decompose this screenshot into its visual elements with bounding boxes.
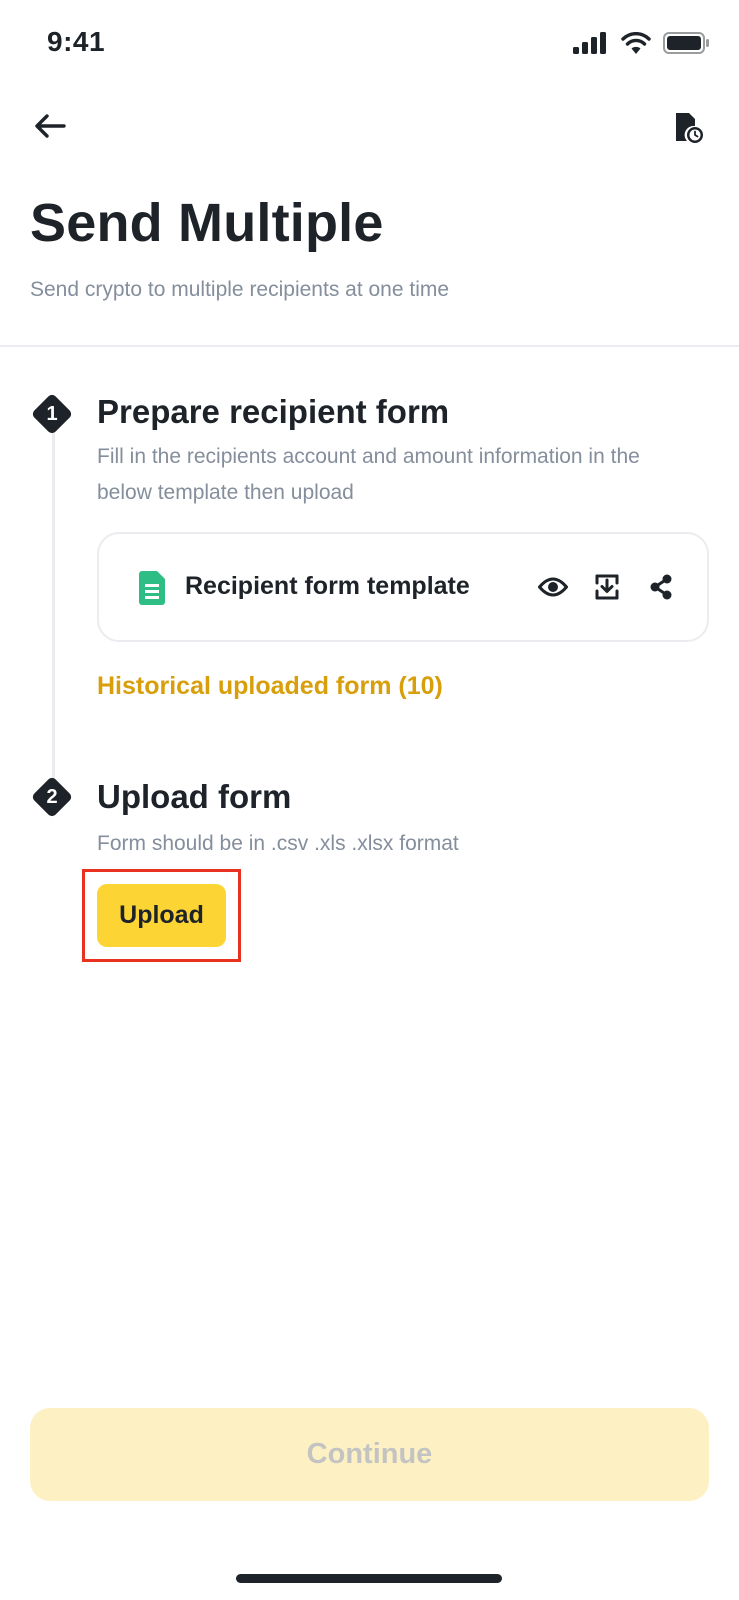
upload-button[interactable]: Upload (97, 884, 226, 947)
step-1-badge: 1 (30, 392, 74, 436)
continue-button[interactable]: Continue (30, 1408, 709, 1501)
status-icons (573, 32, 709, 59)
battery-icon (663, 32, 709, 59)
step-1-description: Fill in the recipients account and amoun… (97, 445, 640, 504)
history-button[interactable] (669, 108, 709, 152)
step-2-badge: 2 (30, 775, 74, 819)
historical-forms-link[interactable]: Historical uploaded form (10) (97, 672, 443, 701)
step-2-title: Upload form (97, 778, 292, 815)
step-1-title: Prepare recipient form (97, 393, 450, 430)
home-indicator (236, 1574, 502, 1583)
wifi-icon (621, 32, 651, 59)
share-icon (649, 574, 673, 605)
step-2-number: 2 (46, 786, 58, 808)
header-divider (0, 345, 739, 347)
step-2-description: Form should be in .csv .xls .xlsx format (97, 832, 459, 855)
back-button[interactable] (30, 108, 70, 148)
view-template-button[interactable] (537, 573, 569, 605)
back-arrow-icon (34, 113, 66, 144)
step-1-number: 1 (46, 403, 58, 425)
download-template-button[interactable] (591, 573, 623, 605)
download-icon (595, 574, 619, 605)
status-time: 9:41 (47, 26, 106, 57)
step-connector-line (52, 430, 55, 780)
template-label: Recipient form template (185, 572, 470, 600)
top-navigation (0, 100, 739, 160)
cellular-signal-icon (573, 32, 609, 59)
template-card[interactable]: Recipient form template (97, 532, 709, 642)
page-subtitle: Send crypto to multiple recipients at on… (30, 278, 450, 301)
status-bar: 9:41 (0, 0, 739, 90)
page-title: Send Multiple (30, 193, 384, 253)
share-template-button[interactable] (645, 573, 677, 605)
view-icon (538, 576, 568, 603)
spreadsheet-icon (139, 571, 165, 605)
document-history-icon (674, 111, 704, 150)
